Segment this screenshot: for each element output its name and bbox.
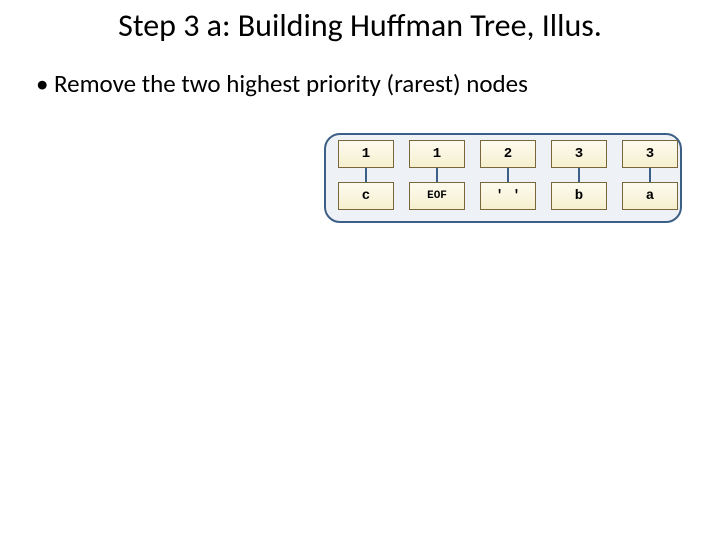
bullet-row: •Remove the two highest priority (rarest… — [36, 68, 690, 99]
slide-title: Step 3 a: Building Huffman Tree, Illus. — [0, 6, 720, 45]
node-connector — [649, 168, 651, 182]
node-sym: c — [338, 182, 394, 210]
node-row: 1 c 1 EOF 2 ' ' 3 b 3 a — [338, 140, 678, 210]
node-freq: 3 — [622, 140, 678, 168]
node-connector — [365, 168, 367, 182]
node-2: 2 ' ' — [480, 140, 536, 210]
node-freq: 1 — [338, 140, 394, 168]
node-1: 1 EOF — [409, 140, 465, 210]
node-0: 1 c — [338, 140, 394, 210]
node-sym: b — [551, 182, 607, 210]
node-freq: 2 — [480, 140, 536, 168]
node-sym: a — [622, 182, 678, 210]
node-4: 3 a — [622, 140, 678, 210]
node-sym: ' ' — [480, 182, 536, 210]
bullet-text: Remove the two highest priority (rarest)… — [54, 68, 528, 99]
node-freq: 1 — [409, 140, 465, 168]
node-freq: 3 — [551, 140, 607, 168]
node-3: 3 b — [551, 140, 607, 210]
node-connector — [507, 168, 509, 182]
bullet-marker: • — [36, 68, 54, 99]
node-sym: EOF — [409, 182, 465, 210]
slide: Step 3 a: Building Huffman Tree, Illus. … — [0, 0, 720, 540]
node-connector — [578, 168, 580, 182]
node-connector — [436, 168, 438, 182]
